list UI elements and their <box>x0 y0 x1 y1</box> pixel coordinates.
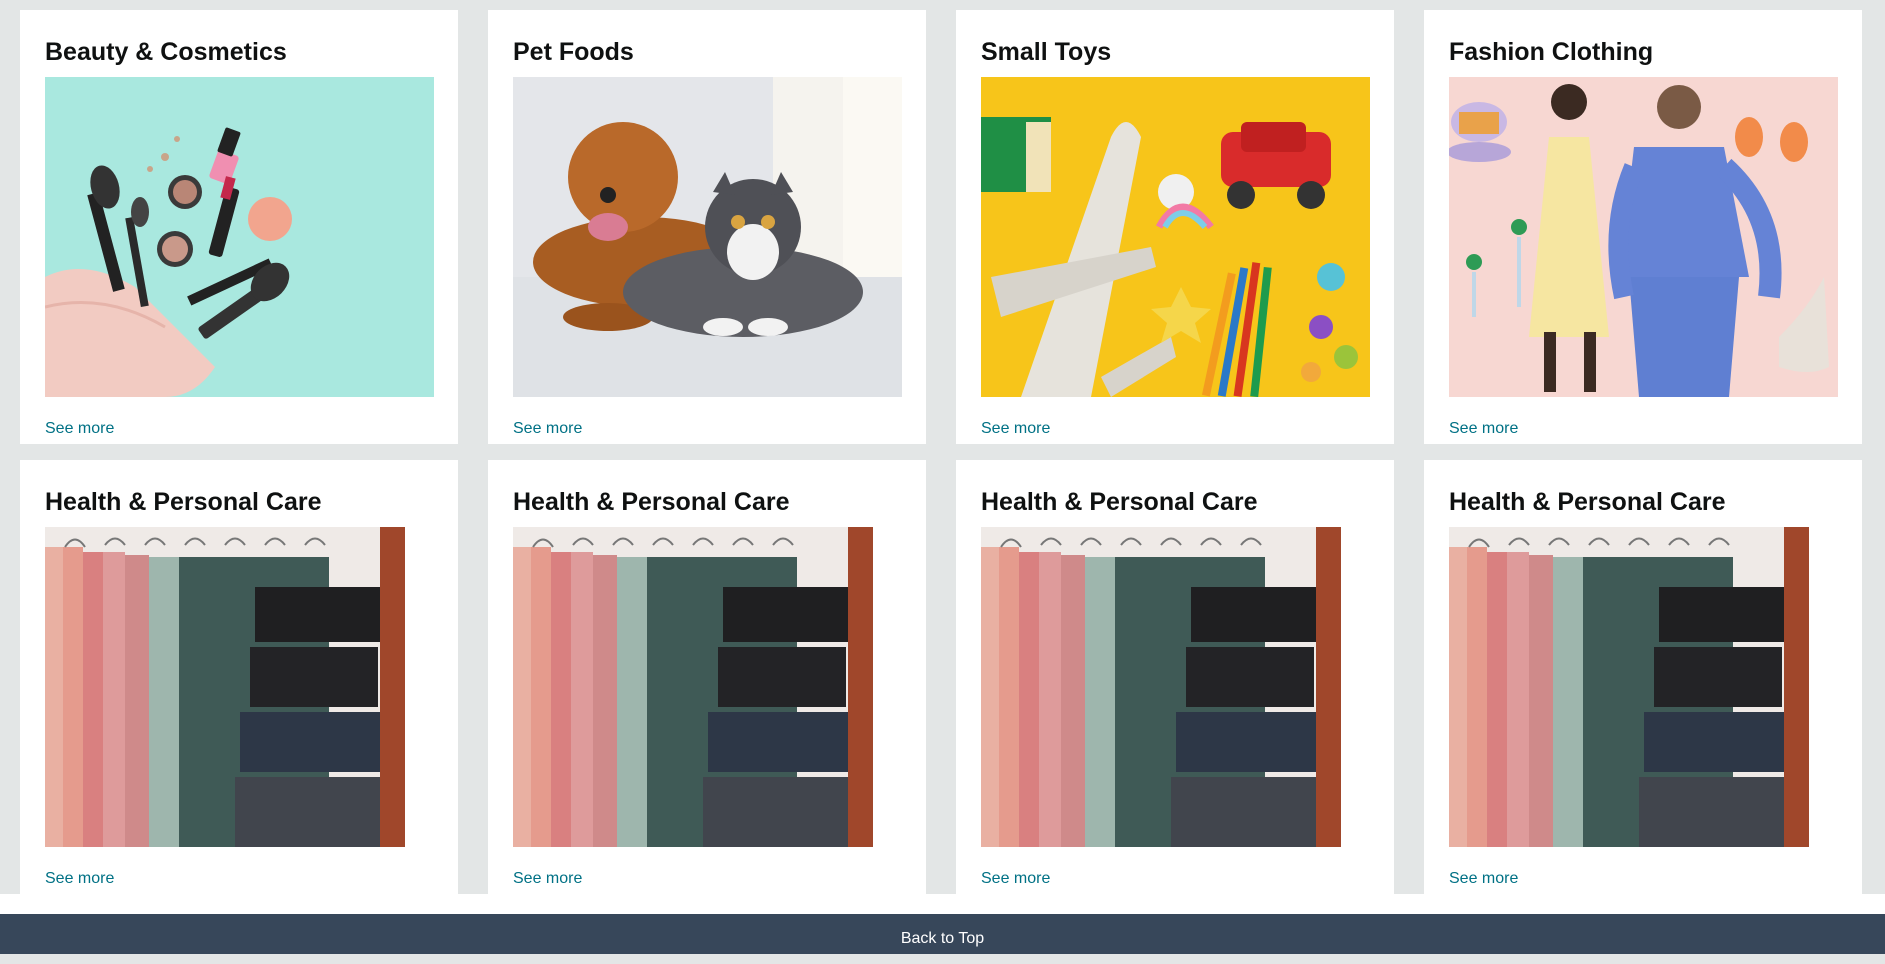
card-title: Health & Personal Care <box>45 488 322 516</box>
category-card-health-4: Health & Personal Care See more <box>1424 460 1862 894</box>
category-card-beauty: Beauty & Cosmetics See more <box>20 10 458 444</box>
card-title: Health & Personal Care <box>1449 488 1726 516</box>
see-more-link[interactable]: See more <box>981 870 1050 888</box>
footer-spacer <box>0 894 1885 914</box>
category-card-health-1: Health & Personal Care See more <box>20 460 458 894</box>
pants-hanger-image[interactable] <box>45 527 434 847</box>
card-title: Small Toys <box>981 38 1112 66</box>
category-card-fashion-clothing: Fashion Clothing See more <box>1424 10 1862 444</box>
category-card-small-toys: Small Toys See more <box>956 10 1394 444</box>
category-card-health-3: Health & Personal Care See more <box>956 460 1394 894</box>
see-more-link[interactable]: See more <box>513 870 582 888</box>
category-card-health-2: Health & Personal Care See more <box>488 460 926 894</box>
makeup-image[interactable] <box>45 77 434 397</box>
dog-and-cat-image[interactable] <box>513 77 902 397</box>
see-more-link[interactable]: See more <box>45 870 114 888</box>
card-title: Fashion Clothing <box>1449 38 1654 66</box>
toys-image[interactable] <box>981 77 1370 397</box>
fashion-image[interactable] <box>1449 77 1838 397</box>
see-more-link[interactable]: See more <box>513 420 582 438</box>
see-more-link[interactable]: See more <box>45 420 114 438</box>
card-title: Pet Foods <box>513 38 634 66</box>
back-to-top-button[interactable]: Back to Top <box>0 914 1885 954</box>
see-more-link[interactable]: See more <box>981 420 1050 438</box>
see-more-link[interactable]: See more <box>1449 420 1518 438</box>
card-title: Beauty & Cosmetics <box>45 38 287 66</box>
category-card-pet-foods: Pet Foods See more <box>488 10 926 444</box>
pants-hanger-image[interactable] <box>1449 527 1838 847</box>
card-title: Health & Personal Care <box>981 488 1258 516</box>
pants-hanger-image[interactable] <box>513 527 902 847</box>
card-title: Health & Personal Care <box>513 488 790 516</box>
see-more-link[interactable]: See more <box>1449 870 1518 888</box>
pants-hanger-image[interactable] <box>981 527 1370 847</box>
